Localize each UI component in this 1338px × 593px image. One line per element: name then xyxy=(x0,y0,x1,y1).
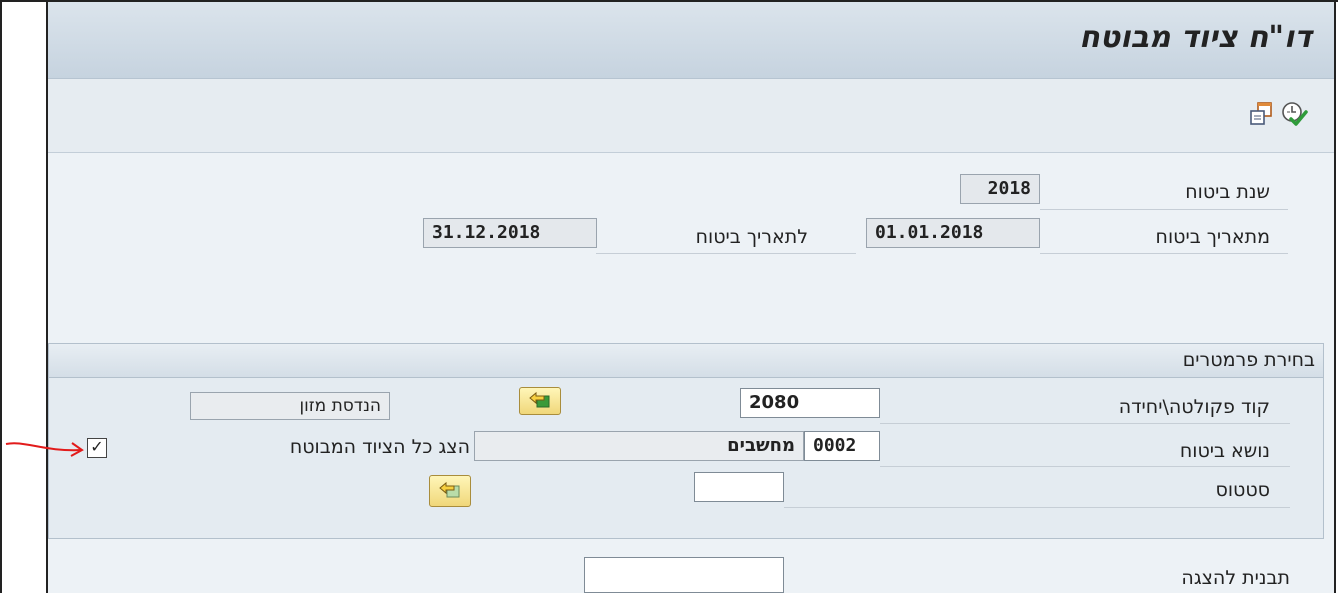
layout-input[interactable] xyxy=(584,557,784,593)
layout-label: תבנית להצגה xyxy=(1181,567,1290,589)
select-arrow-icon xyxy=(529,391,550,408)
faculty-label: קוד פקולטה\יחידה xyxy=(1118,396,1270,418)
insurance-year-field[interactable]: 2018 xyxy=(960,174,1040,204)
execute-icon[interactable] xyxy=(1280,100,1308,128)
section-header: בחירת פרמטרים xyxy=(49,344,1323,378)
label-underline xyxy=(1040,253,1288,254)
subject-label: נושא ביטוח xyxy=(1179,440,1270,462)
from-date-label: מתאריך ביטוח xyxy=(1155,226,1270,248)
subject-name-field: מחשבים xyxy=(474,431,804,461)
label-underline xyxy=(880,423,1290,424)
frame-edge xyxy=(1334,0,1336,593)
section-title: בחירת פרמטרים xyxy=(1182,349,1315,371)
select-arrow-icon xyxy=(439,481,460,498)
faculty-name-field: הנדסת מזון xyxy=(190,392,390,420)
frame-edge xyxy=(0,0,2,593)
faculty-select-button[interactable] xyxy=(519,387,561,415)
label-underline xyxy=(596,253,856,254)
to-date-label: לתאריך ביטוח xyxy=(695,226,808,248)
status-label: סטטוס xyxy=(1215,479,1270,501)
subject-code-input[interactable]: 0002 xyxy=(804,431,880,461)
year-label: שנת ביטוח xyxy=(1185,181,1270,203)
annotation-arrow xyxy=(5,442,84,457)
status-input[interactable] xyxy=(694,472,784,502)
label-underline xyxy=(1040,209,1288,210)
to-date-field[interactable]: 31.12.2018 xyxy=(423,218,597,248)
faculty-code-input[interactable]: 2080 xyxy=(740,388,880,418)
show-all-label: הצג כל הציוד המבוטח xyxy=(289,436,470,458)
copy-variant-icon[interactable] xyxy=(1248,100,1276,128)
title-bar: דו"ח ציוד מבוטח xyxy=(48,2,1334,79)
from-date-field[interactable]: 01.01.2018 xyxy=(866,218,1040,248)
page-title: דו"ח ציוד מבוטח xyxy=(1079,20,1312,55)
label-underline xyxy=(880,466,1290,467)
application-toolbar xyxy=(48,79,1334,153)
status-select-button[interactable] xyxy=(429,475,471,507)
label-underline xyxy=(784,507,1290,508)
show-all-checkbox[interactable]: ✓ xyxy=(87,438,107,458)
